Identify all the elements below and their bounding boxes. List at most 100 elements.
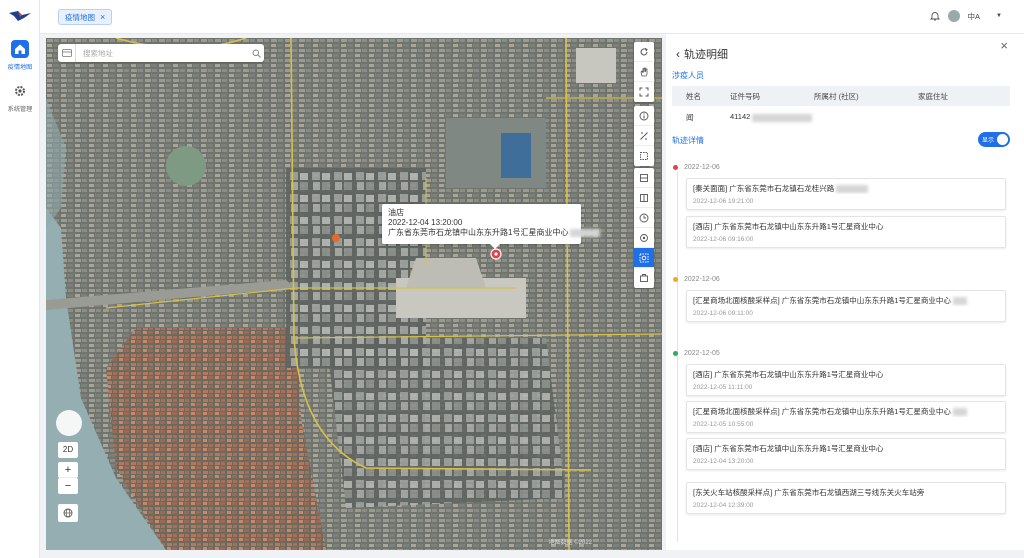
entry-time: 2022-12-06 19:21:00	[693, 198, 754, 205]
person-name: 闻	[686, 112, 694, 122]
entry-time: 2022-12-06 09:11:00	[693, 310, 753, 317]
select-area-icon[interactable]	[634, 146, 654, 166]
chevron-down-icon[interactable]: ▼	[996, 13, 1002, 19]
zoom-control: + −	[58, 462, 78, 494]
entry-address-row: [汇星商场北面核酸采样点] 广东省东莞市石龙镇中山东东升路1号汇星商业中心	[693, 406, 999, 417]
person-id-cell: 41142	[730, 112, 814, 122]
search-icon[interactable]	[248, 49, 264, 58]
entry-address: [汇星商场北面核酸采样点] 广东省东莞市石龙镇中山东东升路1号汇星商业中心	[693, 407, 951, 416]
toolbox-icon[interactable]	[634, 268, 654, 288]
layers-icon[interactable]	[58, 44, 76, 62]
top-bar: 疫情地图 × 中A ▼	[40, 0, 1024, 34]
track-section-title: 轨迹详情	[672, 136, 704, 145]
search-input[interactable]: 搜索地址	[76, 48, 248, 59]
book-icon[interactable]	[634, 188, 654, 208]
entry-time: 2022-12-06 09:16:00	[693, 236, 754, 243]
table-header: 姓名 证件号码 所属村 (社区) 家庭住址	[672, 86, 1010, 106]
date-label: 2022-12-05	[684, 350, 720, 357]
close-icon[interactable]: ×	[100, 12, 105, 22]
header-name: 姓名	[686, 91, 701, 101]
map-pin-icon[interactable]	[490, 248, 502, 260]
header-address: 家庭住址	[918, 91, 948, 101]
toggle-label: 显示	[982, 138, 995, 144]
nav-item-map[interactable]: 疫情地图	[0, 40, 40, 71]
zoom-out-button[interactable]: −	[58, 478, 78, 494]
person-id: 41142	[730, 112, 751, 122]
sidebar: 疫情地图 系统管理	[0, 0, 40, 558]
avatar[interactable]	[947, 10, 960, 22]
user-name[interactable]: 中A	[968, 11, 981, 22]
tab-map[interactable]: 疫情地图 ×	[58, 9, 113, 25]
globe-control[interactable]	[58, 504, 78, 522]
timeline-date: 2022-12-05	[673, 350, 720, 357]
compass[interactable]	[56, 410, 82, 436]
measure-icon[interactable]	[634, 126, 654, 146]
home-icon	[11, 40, 29, 58]
satellite-map	[46, 38, 662, 550]
nav-label: 系统管理	[7, 106, 33, 113]
entry-address: [秦关面面] 广东省东莞市石龙镇石龙桂兴路	[693, 184, 835, 193]
entry-address: [酒店] 广东省东莞市石龙镇中山东东升路1号汇星商业中心	[693, 222, 884, 231]
mode-toggle[interactable]: 2D	[58, 442, 78, 458]
timeline-date: 2022-12-06	[673, 276, 720, 283]
locate-icon[interactable]	[634, 228, 654, 248]
hand-pan-icon[interactable]	[634, 62, 654, 82]
entry-time: 2022-12-04 13:20:00	[693, 458, 754, 465]
mode-2d-button[interactable]: 2D	[58, 442, 78, 458]
entry-address: [酒店] 广东省东莞市石龙镇中山东东升路1号汇星商业中心	[693, 444, 884, 453]
bell-icon[interactable]	[929, 11, 940, 21]
timeline-dot	[673, 351, 678, 356]
panel-title: 轨迹明细	[684, 49, 728, 61]
date-label: 2022-12-06	[684, 276, 720, 283]
zoom-in-button[interactable]: +	[58, 462, 78, 478]
list-item[interactable]: [酒店] 广东省东莞市石龙镇中山东东升路1号汇星商业中心 2022-12-06 …	[686, 216, 1006, 248]
timeline-line	[677, 172, 678, 542]
popup-name: 油店	[388, 208, 404, 217]
list-item[interactable]: [酒店] 广东省东莞市石龙镇中山东东升路1号汇星商业中心 2022-12-04 …	[686, 438, 1006, 470]
list-item[interactable]: [汇星商场北面核酸采样点] 广东省东莞市石龙镇中山东东升路1号汇星商业中心 20…	[686, 401, 1006, 433]
entry-address-row: [秦关面面] 广东省东莞市石龙镇石龙桂兴路	[693, 183, 999, 194]
zoom-area-icon[interactable]	[634, 248, 654, 268]
nav-item-system[interactable]: 系统管理	[0, 82, 40, 113]
info-icon[interactable]	[634, 106, 654, 126]
user-area: 中A ▼	[929, 10, 1002, 22]
list-item[interactable]: [东关火车站核酸采样点] 广东省东莞市石龙镇西湖三号线东关火车站旁 2022-1…	[686, 482, 1006, 514]
list-item[interactable]: [酒店] 广东省东莞市石龙镇中山东东升路1号汇星商业中心 2022-12-05 …	[686, 364, 1006, 396]
show-toggle[interactable]: 显示	[978, 132, 1010, 147]
popup-time: 2022-12-04 13:20:00	[388, 218, 463, 227]
person-section-title: 涉疫人员	[672, 71, 704, 80]
timeline-date: 2022-12-06	[673, 164, 720, 171]
panel-header: ‹ 轨迹明细	[676, 46, 728, 62]
entry-time: 2022-12-05 10:55:00	[693, 421, 754, 428]
back-icon[interactable]: ‹	[676, 47, 680, 61]
location-popup: 油店 2022-12-04 13:20:00 广东省东莞市石龙镇中山东东升路1号…	[382, 204, 601, 249]
close-icon[interactable]: ×	[1000, 38, 1008, 53]
fullscreen-icon[interactable]	[634, 82, 654, 102]
tab-label: 疫情地图	[65, 12, 95, 22]
entry-address: [汇星商场北面核酸采样点] 广东省东莞市石龙镇中山东东升路1号汇星商业中心	[693, 296, 951, 305]
toggle-knob	[997, 134, 1008, 145]
table-row: 闻 41142	[672, 108, 1010, 126]
popup-address-row: 广东省东莞市石龙镇中山东东升路1号汇星商业中心	[388, 228, 601, 238]
list-item[interactable]: [秦关面面] 广东省东莞市石龙镇石龙桂兴路 2022-12-06 19:21:0…	[686, 178, 1006, 210]
map-view[interactable]: 搜索地址 油店 2022-12-04 13:20:00 广东省东莞市石龙镇中山东…	[46, 38, 662, 550]
timeline-dot	[673, 277, 678, 282]
split-view-icon[interactable]	[634, 168, 654, 188]
track-detail-panel: ‹ 轨迹明细 × 涉疫人员 姓名 证件号码 所属村 (社区) 家庭住址 闻 41…	[666, 34, 1024, 550]
map-tools-lower	[634, 168, 654, 288]
entry-address: [东关火车站核酸采样点] 广东省东莞市石龙镇西湖三号线东关火车站旁	[693, 488, 925, 497]
entry-time: 2022-12-05 11:11:00	[693, 384, 753, 391]
refresh-icon[interactable]	[634, 42, 654, 62]
date-label: 2022-12-06	[684, 164, 720, 171]
entry-address: [酒店] 广东省东莞市石龙镇中山东东升路1号汇星商业中心	[693, 370, 884, 379]
clock-icon[interactable]	[634, 208, 654, 228]
compass-icon[interactable]	[56, 410, 82, 436]
entry-address-row: [汇星商场北面核酸采样点] 广东省东莞市石龙镇中山东东升路1号汇星商业中心	[693, 295, 999, 306]
popup-address: 广东省东莞市石龙镇中山东东升路1号汇星商业中心	[388, 228, 569, 237]
list-item[interactable]: [汇星商场北面核酸采样点] 广东省东莞市石龙镇中山东东升路1号汇星商业中心 20…	[686, 290, 1006, 322]
search-bar[interactable]: 搜索地址	[58, 44, 264, 62]
globe-icon[interactable]	[58, 504, 78, 522]
map-attribution: 地图数据 ©2022	[548, 540, 592, 546]
header-id: 证件号码	[730, 91, 760, 101]
header-village: 所属村 (社区)	[814, 91, 859, 101]
